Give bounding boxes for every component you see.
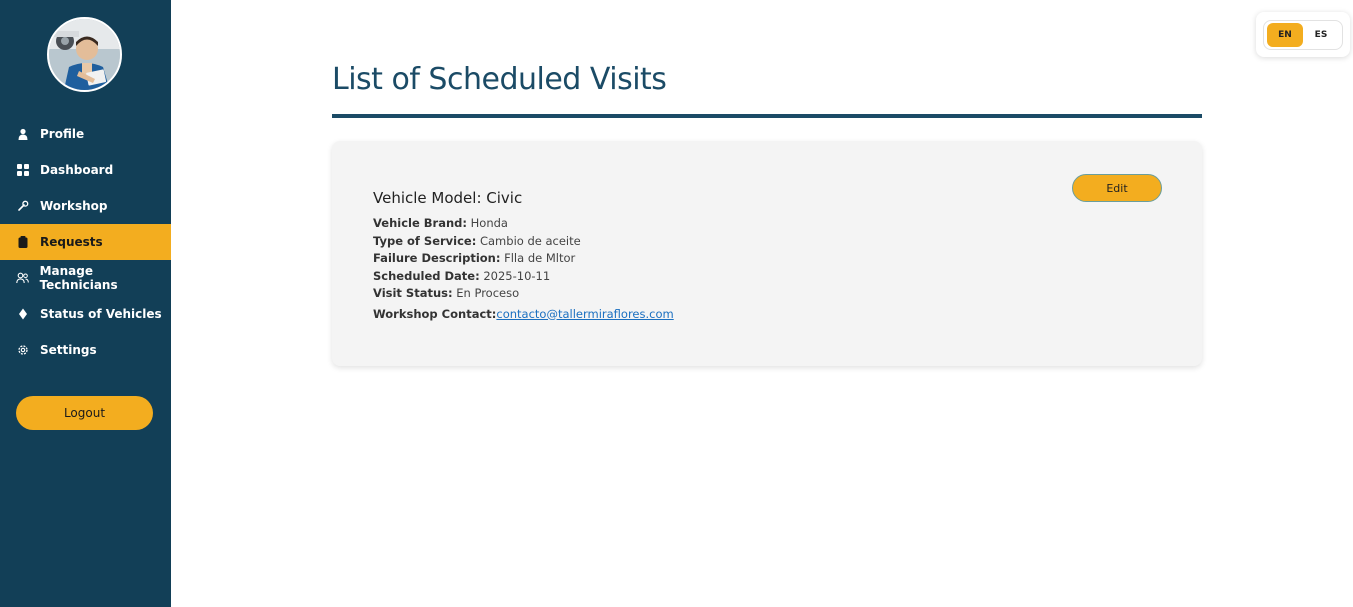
title-divider xyxy=(332,114,1202,118)
sidebar-item-label: Requests xyxy=(40,235,103,249)
users-icon xyxy=(16,271,30,285)
sidebar-item-label: Dashboard xyxy=(40,163,114,177)
sidebar-item-label: Manage Technicians xyxy=(39,264,118,292)
page-title: List of Scheduled Visits xyxy=(332,62,667,97)
sidebar-item-dashboard[interactable]: Dashboard xyxy=(0,152,171,188)
visit-card-title: Vehicle Model: Civic xyxy=(373,189,523,207)
visit-card: Vehicle Model: Civic Edit Vehicle Brand:… xyxy=(332,141,1202,366)
sidebar-item-label: Profile xyxy=(40,127,85,141)
sidebar-item-label: Workshop xyxy=(40,199,108,213)
sidebar-item-workshop[interactable]: Workshop xyxy=(0,188,171,224)
field-failure-description: Failure Description: Flla de Mltor xyxy=(373,250,674,268)
language-toggle: EN ES xyxy=(1263,20,1343,50)
edit-button[interactable]: Edit xyxy=(1072,174,1162,202)
visit-details: Vehicle Brand: Honda Type of Service: Ca… xyxy=(373,215,674,323)
field-value: Honda xyxy=(470,216,508,230)
language-es-button[interactable]: ES xyxy=(1303,23,1339,47)
field-label: Scheduled Date: xyxy=(373,268,480,283)
sidebar-nav: Profile Dashboard Workshop Requests Mana… xyxy=(0,116,171,368)
language-en-button[interactable]: EN xyxy=(1267,23,1303,47)
contact-email-link[interactable]: contacto@tallermiraflores.com xyxy=(496,307,673,321)
field-type-of-service: Type of Service: Cambio de aceite xyxy=(373,233,674,251)
language-switcher: EN ES xyxy=(1256,12,1350,57)
field-label: Workshop Contact: xyxy=(373,306,497,321)
field-scheduled-date: Scheduled Date: 2025-10-11 xyxy=(373,268,674,286)
wrench-icon xyxy=(16,199,30,213)
sidebar-item-status-of-vehicles[interactable]: Status of Vehicles xyxy=(0,296,171,332)
logout-button[interactable]: Logout xyxy=(16,396,153,430)
field-value: Cambio de aceite xyxy=(479,233,581,248)
field-label: Type of Service: xyxy=(373,233,477,248)
field-workshop-contact: Workshop Contact:contacto@tallermiraflor… xyxy=(373,306,674,324)
user-icon xyxy=(16,127,30,141)
gear-icon xyxy=(16,343,30,357)
field-value: 2025-10-11 xyxy=(483,268,551,283)
sidebar-item-label: Status of Vehicles xyxy=(40,307,162,321)
sidebar-item-requests[interactable]: Requests xyxy=(0,224,171,260)
sidebar-item-profile[interactable]: Profile xyxy=(0,116,171,152)
diamond-icon xyxy=(16,307,30,321)
field-label: Failure Description: xyxy=(373,251,501,265)
clipboard-icon xyxy=(16,235,30,249)
sidebar-item-manage-technicians[interactable]: Manage Technicians xyxy=(0,260,171,296)
grid-icon xyxy=(16,163,30,177)
sidebar: Profile Dashboard Workshop Requests Mana… xyxy=(0,0,171,607)
field-vehicle-brand: Vehicle Brand: Honda xyxy=(373,215,674,233)
field-visit-status: Visit Status: En Proceso xyxy=(373,285,674,303)
profile-avatar[interactable] xyxy=(47,17,122,92)
field-value: En Proceso xyxy=(456,286,520,300)
mechanic-photo xyxy=(49,19,120,90)
field-value: Flla de Mltor xyxy=(504,251,576,265)
field-label: Visit Status: xyxy=(373,286,453,300)
sidebar-item-label: Settings xyxy=(40,343,97,357)
sidebar-item-settings[interactable]: Settings xyxy=(0,332,171,368)
field-label: Vehicle Brand: xyxy=(373,216,467,230)
